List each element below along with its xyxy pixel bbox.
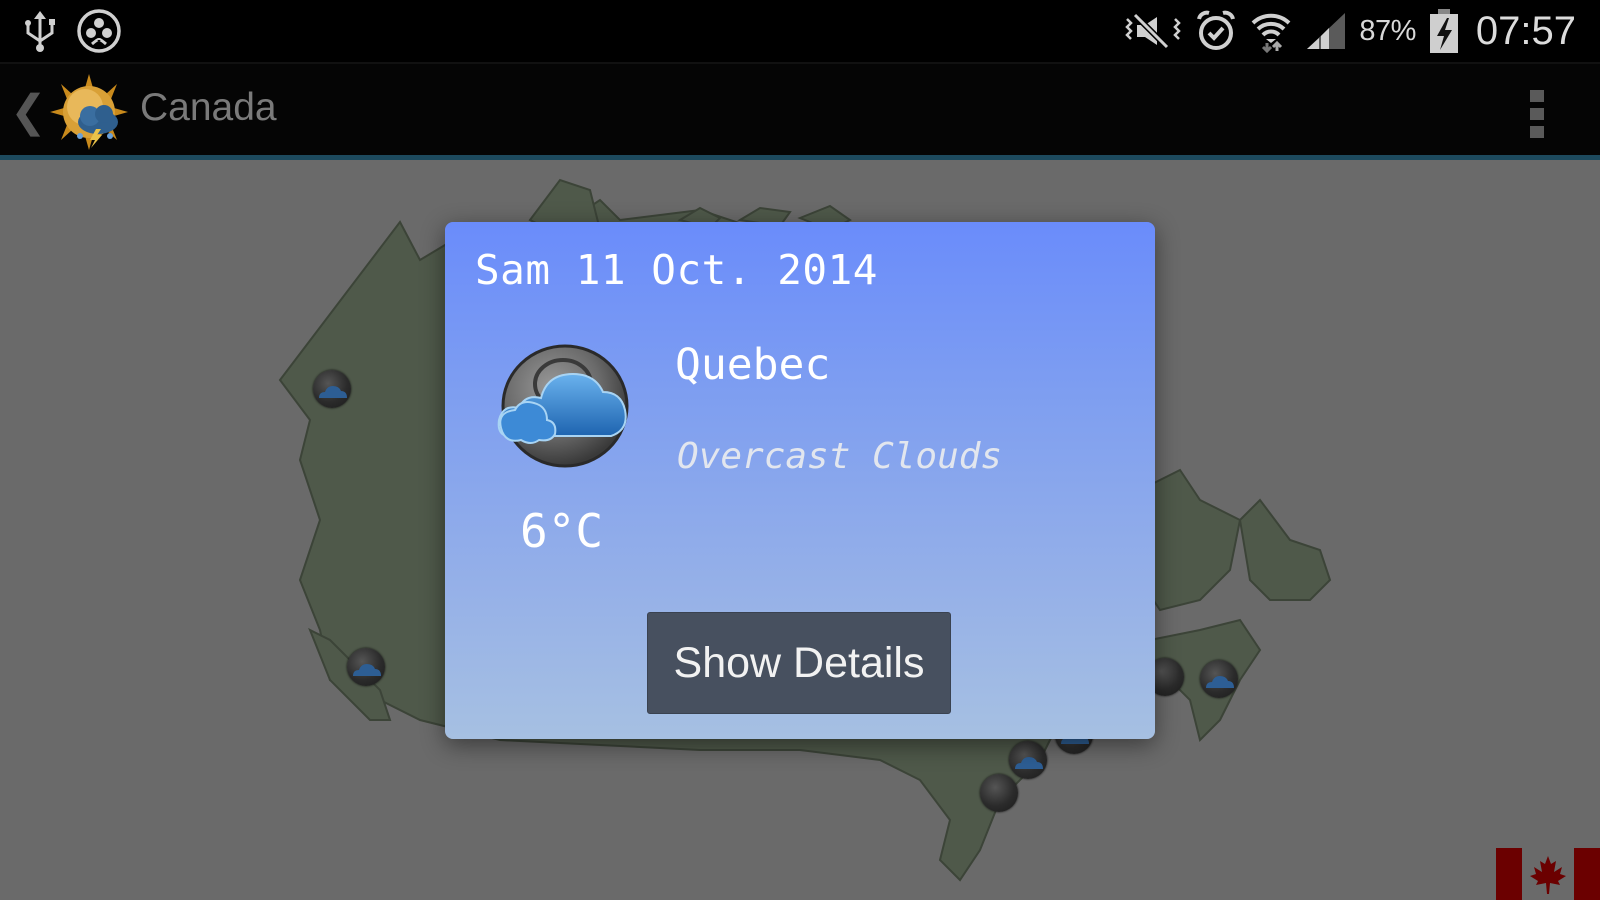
- map-marker-overcast[interactable]: [1009, 741, 1047, 779]
- chevron-left-icon[interactable]: ❮: [10, 90, 47, 134]
- vibrate-mute-icon: [1123, 11, 1183, 51]
- sun-cloud-storm-icon[interactable]: [50, 74, 128, 150]
- dialog-condition: Overcast Clouds: [677, 436, 1003, 477]
- cloud-icon: [1206, 676, 1234, 688]
- overflow-menu-icon[interactable]: [1530, 90, 1544, 138]
- cloud-icon: [353, 664, 381, 676]
- show-details-button[interactable]: Show Details: [647, 612, 951, 714]
- dialog-city: Quebec: [675, 340, 831, 390]
- map-marker-overcast[interactable]: [347, 648, 385, 686]
- cloud-icon: [1015, 757, 1043, 769]
- clock: 07:57: [1475, 8, 1576, 53]
- signal-icon: [1305, 11, 1347, 51]
- usb-icon: [22, 9, 58, 53]
- map-region-labrador: [1139, 468, 1242, 612]
- cloud-icon: [319, 386, 347, 398]
- map-marker-overcast[interactable]: [1200, 660, 1238, 698]
- canada-flag-icon[interactable]: [1496, 848, 1600, 900]
- battery-charging-icon: [1428, 8, 1460, 54]
- map-region-newfoundland: [1238, 498, 1332, 601]
- moon-cloud-icon: [495, 344, 631, 472]
- battery-percent: 87%: [1359, 14, 1416, 47]
- page-title: Canada: [140, 86, 277, 129]
- action-bar: ❮ Canada: [0, 62, 1600, 156]
- sync-icon: [76, 8, 122, 54]
- status-bar: 87% 07:57: [0, 0, 1600, 62]
- weather-dialog: Sam 11 Oct. 2014 Quebec Overcast Clouds …: [445, 222, 1155, 739]
- alarm-icon: [1195, 9, 1237, 53]
- dialog-temperature: 6°C: [520, 504, 604, 558]
- wifi-icon: [1249, 9, 1293, 53]
- dialog-date: Sam 11 Oct. 2014: [475, 246, 878, 294]
- map-marker-clear-night[interactable]: [980, 774, 1018, 812]
- map-marker-overcast[interactable]: [313, 370, 351, 408]
